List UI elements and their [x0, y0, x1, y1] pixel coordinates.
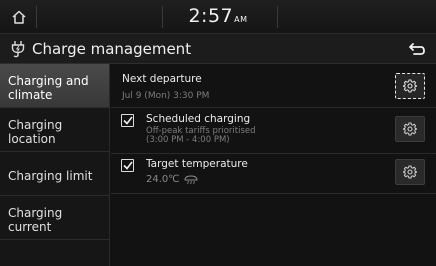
sidebar-item-label: Charging and climate: [8, 74, 89, 102]
next-departure-row[interactable]: Next departure Jul 9 (Mon) 3:30 PM: [111, 64, 436, 108]
sidebar-item-charging-and-climate[interactable]: Charging and climate: [0, 64, 109, 108]
settings-list: Next departure Jul 9 (Mon) 3:30 PM Sched…: [111, 64, 436, 266]
clock-ampm: AM: [234, 15, 248, 24]
status-bar: 2:57AM: [0, 0, 436, 34]
sidebar-item-label: Charging location: [8, 118, 63, 146]
scheduled-charging-time-range: (3:00 PM - 4:00 PM): [146, 135, 230, 145]
gear-icon: [403, 122, 417, 136]
target-temperature-row[interactable]: Target temperature 24.0℃: [111, 154, 436, 194]
next-departure-title: Next departure: [122, 73, 202, 85]
sidebar-item-charging-limit[interactable]: Charging limit: [0, 152, 109, 196]
back-button[interactable]: [406, 39, 428, 59]
scheduled-charging-title: Scheduled charging: [146, 113, 251, 125]
clock-time: 2:57: [188, 5, 234, 27]
gear-icon: [403, 165, 417, 179]
target-temperature-value: 24.0℃: [146, 174, 180, 185]
page-title: Charge management: [32, 40, 192, 58]
back-arrow-icon: [409, 43, 425, 55]
scheduled-charging-row[interactable]: Scheduled charging Off-peak tariffs prio…: [111, 108, 436, 154]
sidebar: Charging and climate Charging location C…: [0, 64, 110, 266]
check-icon: [122, 116, 133, 125]
target-temperature-title: Target temperature: [146, 158, 248, 170]
scheduled-charging-settings-button[interactable]: [395, 116, 425, 142]
sidebar-item-label: Charging current: [8, 206, 63, 234]
scheduled-charging-checkbox[interactable]: [121, 114, 134, 127]
sidebar-item-label: Charging limit: [8, 169, 93, 183]
title-bar: Charge management: [0, 34, 436, 64]
target-temperature-settings-button[interactable]: [395, 159, 425, 185]
next-departure-value: Jul 9 (Mon) 3:30 PM: [122, 91, 210, 101]
ev-plug-icon: [11, 41, 25, 58]
sidebar-item-charging-current[interactable]: Charging current: [0, 196, 109, 240]
clock: 2:57AM: [0, 5, 436, 27]
target-temperature-checkbox[interactable]: [121, 159, 134, 172]
sidebar-item-charging-location[interactable]: Charging location: [0, 108, 109, 152]
defrost-icon: [184, 175, 198, 185]
gear-icon: [403, 79, 417, 93]
check-icon: [122, 161, 133, 170]
next-departure-settings-button[interactable]: [395, 73, 425, 99]
